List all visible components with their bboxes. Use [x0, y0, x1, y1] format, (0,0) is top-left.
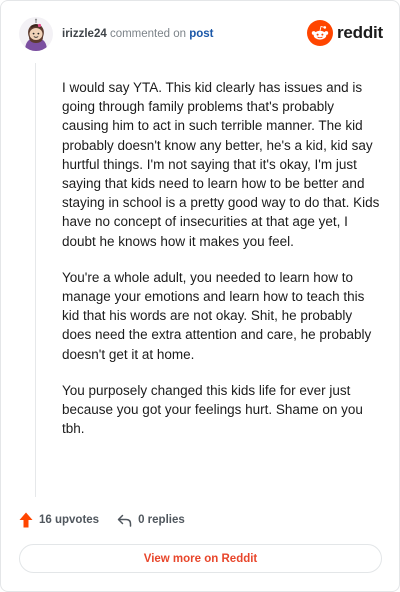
upvote-arrow-icon	[19, 512, 33, 528]
reddit-logo[interactable]: reddit	[306, 20, 383, 46]
comment-paragraph: You purposely changed this kids life for…	[62, 382, 363, 437]
upvote-button[interactable]: 16 upvotes	[19, 512, 99, 528]
reply-count: 0 replies	[138, 514, 185, 526]
reply-arrow-icon	[117, 514, 132, 527]
replies-button[interactable]: 0 replies	[117, 514, 185, 527]
comment-author[interactable]: irizzle24	[62, 28, 107, 40]
comment-embed-card: irizzle24 commented on post reddit I wou…	[0, 0, 400, 592]
comment-actions: 16 upvotes 0 replies	[19, 510, 185, 530]
post-link[interactable]: post	[189, 28, 213, 40]
reddit-snoo-icon	[306, 20, 333, 46]
snoo-avatar-icon[interactable]	[19, 17, 53, 51]
view-more-on-reddit-button[interactable]: View more on Reddit	[19, 544, 382, 573]
comment-paragraph: You're a whole adult, you needed to lear…	[62, 269, 372, 362]
comment-action-text: commented on	[109, 28, 187, 40]
comment-header: irizzle24 commented on post reddit	[19, 17, 383, 53]
comment-byline: irizzle24 commented on post	[62, 27, 214, 41]
thread-line	[35, 63, 36, 497]
upvote-count: 16 upvotes	[39, 514, 100, 526]
reddit-logo-text: reddit	[336, 23, 383, 42]
comment-paragraph: I would say YTA. This kid clearly has is…	[62, 80, 380, 249]
comment-body: I would say YTA. This kid clearly has is…	[62, 78, 380, 455]
